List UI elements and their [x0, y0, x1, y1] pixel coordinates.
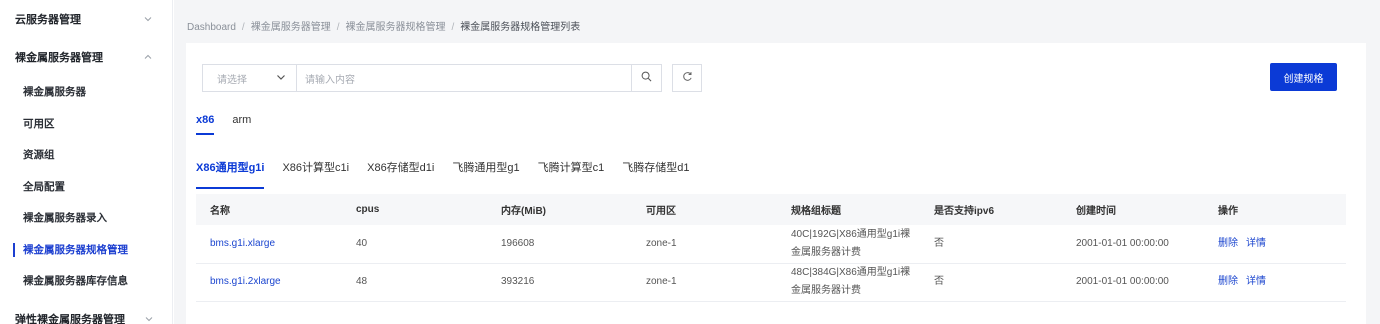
tab-arm[interactable]: arm — [232, 114, 251, 132]
sidebar-item-label: 资源组 — [23, 149, 55, 162]
breadcrumb: Dashboard / 裸金属服务器管理 / 裸金属服务器规格管理 / 裸金属服务器规格管理… — [187, 18, 580, 33]
column-header-ipv6: 是否支持ipv6 — [920, 194, 1062, 225]
column-header-name: 名称 — [196, 194, 342, 225]
cell-group-title: 40C|192G|X86通用型g1i裸 金属服务器计费 — [777, 225, 920, 264]
group-title-line: 48C|384G|X86通用型g1i裸 — [791, 267, 911, 278]
sidebar-group-label: 裸金属服务器管理 — [15, 52, 103, 64]
tab-x86-compute-c1i[interactable]: X86计算型c1i — [282, 159, 349, 183]
cell-memory: 196608 — [487, 225, 632, 264]
detail-link[interactable]: 详情 — [1246, 238, 1266, 249]
refresh-icon — [682, 71, 693, 85]
cell-actions: 删除 详情 — [1204, 225, 1346, 264]
breadcrumb-spec-management[interactable]: 裸金属服务器规格管理 — [345, 22, 445, 33]
column-header-zone: 可用区 — [632, 194, 777, 225]
group-title-line: 金属服务器计费 — [791, 246, 861, 258]
cell-cpus: 48 — [342, 263, 487, 302]
sidebar-item-bare-metal-servers[interactable]: 裸金属服务器 — [0, 76, 172, 108]
sidebar-item-label: 裸金属服务器 — [23, 86, 86, 99]
spec-name-link[interactable]: bms.g1i.xlarge — [196, 225, 342, 264]
table-header-row: 名称 cpus 内存(MiB) 可用区 规格组标题 是否支持ipv6 创建时间 … — [196, 194, 1346, 225]
sidebar-item-server-entry[interactable]: 裸金属服务器录入 — [0, 202, 172, 234]
tab-phytium-compute-c1[interactable]: 飞腾计算型c1 — [538, 159, 605, 183]
content-card: 请选择 请输入内容 创建规格 x86 arm X86通用型g1i X86计算型c… — [186, 43, 1366, 324]
tab-phytium-general-g1[interactable]: 飞腾通用型g1 — [452, 159, 519, 183]
sidebar-group-bare-metal[interactable]: 裸金属服务器管理 — [0, 38, 172, 76]
cell-actions: 删除 详情 — [1204, 263, 1346, 302]
breadcrumb-dashboard[interactable]: Dashboard — [187, 22, 236, 33]
table-row: bms.g1i.2xlarge 48 393216 zone-1 48C|384… — [196, 263, 1346, 302]
sidebar-item-label: 可用区 — [23, 117, 55, 130]
arch-tabs: x86 arm — [196, 114, 251, 135]
column-header-memory: 内存(MiB) — [487, 194, 632, 225]
cell-memory: 393216 — [487, 263, 632, 302]
breadcrumb-separator: / — [241, 22, 245, 33]
tab-phytium-storage-d1[interactable]: 飞腾存储型d1 — [622, 159, 689, 183]
sidebar-item-global-config[interactable]: 全局配置 — [0, 171, 172, 203]
create-spec-button[interactable]: 创建规格 — [1270, 63, 1337, 91]
sidebar-item-spec-management[interactable]: 裸金属服务器规格管理 — [0, 234, 172, 266]
sidebar-group-label: 弹性裸金属服务器管理 — [15, 314, 125, 324]
table-row: bms.g1i.xlarge 40 196608 zone-1 40C|192G… — [196, 225, 1346, 264]
tab-x86-storage-d1i[interactable]: X86存储型d1i — [367, 159, 434, 183]
group-title-line: 金属服务器计费 — [791, 285, 861, 296]
sidebar-item-availability-zones[interactable]: 可用区 — [0, 108, 172, 140]
cell-zone: zone-1 — [632, 263, 777, 302]
tab-x86[interactable]: x86 — [196, 114, 215, 135]
select-placeholder: 请选择 — [217, 74, 247, 86]
cell-created: 2001-01-01 00:00:00 — [1062, 263, 1204, 302]
group-title-line: 40C|192G|X86通用型g1i裸 — [791, 228, 911, 240]
sidebar-item-resource-groups[interactable]: 资源组 — [0, 139, 172, 171]
sidebar-group-elastic-bare-metal[interactable]: 弹性裸金属服务器管理 — [0, 300, 172, 324]
column-header-created: 创建时间 — [1062, 194, 1204, 225]
chevron-up-icon — [142, 51, 154, 63]
search-icon — [641, 71, 652, 85]
main-content: Dashboard / 裸金属服务器管理 / 裸金属服务器规格管理 / 裸金属服务器规格管理… — [174, 0, 1380, 324]
column-header-cpus: cpus — [342, 194, 487, 225]
chevron-down-icon — [143, 313, 155, 324]
spec-name-link[interactable]: bms.g1i.2xlarge — [196, 263, 342, 302]
sidebar-item-label: 裸金属服务器录入 — [23, 212, 107, 225]
chevron-down-icon — [142, 13, 154, 25]
sidebar-item-inventory[interactable]: 裸金属服务器库存信息 — [0, 265, 172, 297]
sidebar-group-label: 云服务器管理 — [15, 14, 81, 26]
cell-created: 2001-01-01 00:00:00 — [1062, 225, 1204, 264]
search-input[interactable]: 请输入内容 — [297, 64, 632, 92]
search-bar: 请选择 请输入内容 — [202, 64, 702, 92]
detail-link[interactable]: 详情 — [1246, 276, 1266, 287]
cell-cpus: 40 — [342, 225, 487, 264]
chevron-down-icon — [276, 72, 286, 84]
breadcrumb-separator: / — [451, 22, 455, 33]
delete-link[interactable]: 删除 — [1218, 238, 1238, 249]
breadcrumb-bare-metal[interactable]: 裸金属服务器管理 — [251, 22, 331, 33]
cell-group-title: 48C|384G|X86通用型g1i裸 金属服务器计费 — [777, 263, 920, 302]
cell-ipv6: 否 — [920, 263, 1062, 302]
search-button[interactable] — [632, 64, 662, 92]
sidebar: 云服务器管理 裸金属服务器管理 裸金属服务器 可用区 资源组 全局配置 裸金属服… — [0, 0, 173, 324]
cell-ipv6: 否 — [920, 225, 1062, 264]
sidebar-item-label: 全局配置 — [23, 180, 65, 193]
search-field-select[interactable]: 请选择 — [202, 64, 297, 92]
sidebar-item-label: 裸金属服务器规格管理 — [23, 243, 128, 256]
sidebar-group-cloud-servers[interactable]: 云服务器管理 — [0, 0, 172, 38]
sidebar-item-label: 裸金属服务器库存信息 — [23, 275, 128, 288]
cell-zone: zone-1 — [632, 225, 777, 264]
type-tabs: X86通用型g1i X86计算型c1i X86存储型d1i 飞腾通用型g1 飞腾… — [196, 159, 708, 189]
refresh-button[interactable] — [672, 64, 702, 92]
column-header-actions: 操作 — [1204, 194, 1346, 225]
column-header-group-title: 规格组标题 — [777, 194, 920, 225]
delete-link[interactable]: 删除 — [1218, 276, 1238, 287]
spec-table: 名称 cpus 内存(MiB) 可用区 规格组标题 是否支持ipv6 创建时间 … — [196, 194, 1346, 302]
tab-x86-general-g1i[interactable]: X86通用型g1i — [196, 159, 265, 189]
breadcrumb-separator: / — [336, 22, 340, 33]
breadcrumb-current: 裸金属服务器规格管理列表 — [460, 22, 581, 33]
